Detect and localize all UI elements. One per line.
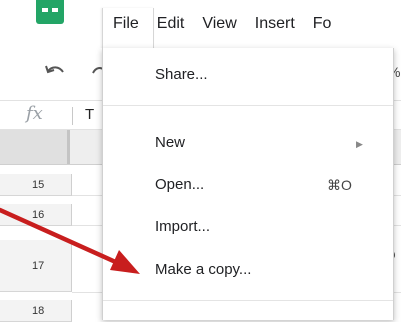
menu-view[interactable]: View: [193, 10, 245, 38]
row-header-17[interactable]: 17: [0, 240, 72, 292]
menu-item-import[interactable]: Import...: [155, 218, 210, 235]
menu-file[interactable]: File: [104, 10, 148, 38]
menu-item-share[interactable]: Share...: [155, 66, 208, 83]
undo-icon[interactable]: [44, 64, 66, 78]
file-menu-dropdown: Share... New ▶ Open... ⌘O Import... Make…: [102, 48, 394, 320]
menu-format[interactable]: Fo: [304, 10, 341, 38]
grid-corner[interactable]: [0, 130, 70, 164]
menu-item-make-a-copy[interactable]: Make a copy...: [155, 261, 251, 278]
menu-bar: File Edit View Insert Fo: [104, 10, 340, 38]
row-header-18[interactable]: 18: [0, 300, 72, 322]
fx-icon: fx: [26, 103, 43, 124]
formula-input[interactable]: T: [85, 106, 94, 123]
logo-cell: [42, 8, 48, 12]
logo-cell: [52, 8, 58, 12]
row-header-16[interactable]: 16: [0, 204, 72, 226]
menu-item-open[interactable]: Open...: [155, 176, 204, 193]
menu-edit[interactable]: Edit: [148, 10, 194, 38]
menu-separator: [103, 300, 393, 301]
open-shortcut: ⌘O: [327, 177, 352, 193]
submenu-arrow-icon: ▶: [356, 139, 363, 149]
menu-separator: [103, 105, 393, 106]
menu-insert[interactable]: Insert: [246, 10, 304, 38]
row-header-15[interactable]: 15: [0, 174, 72, 196]
formula-separator: [72, 107, 73, 125]
sheets-logo-icon[interactable]: [36, 0, 64, 24]
menu-item-new[interactable]: New: [155, 134, 185, 151]
